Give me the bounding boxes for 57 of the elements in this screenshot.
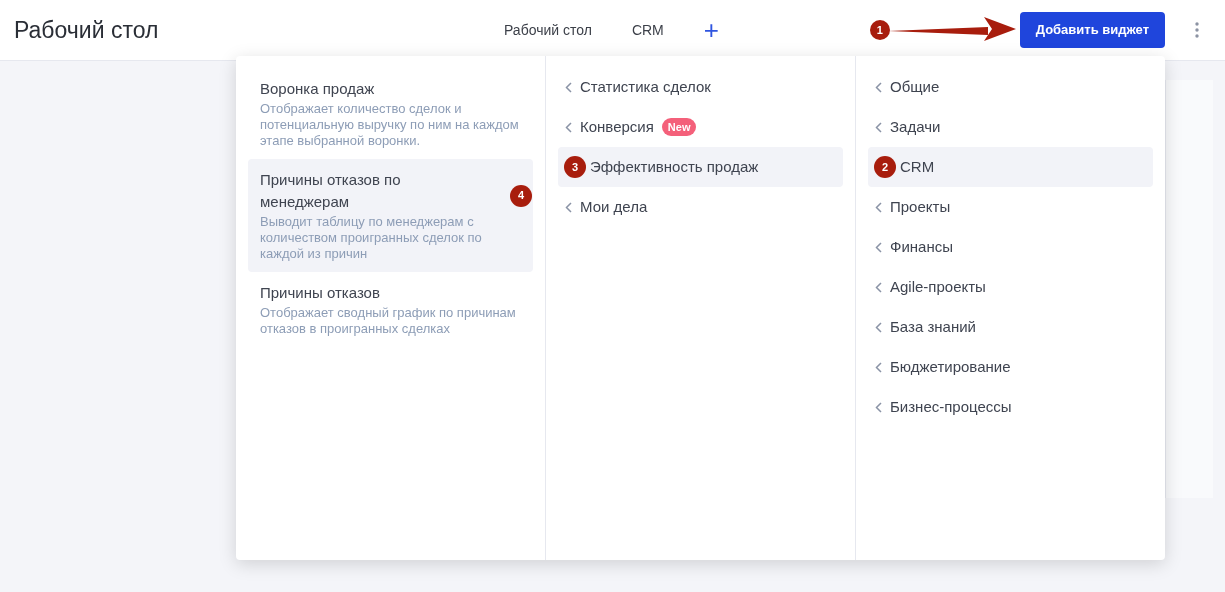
- step-marker: 2: [874, 156, 896, 178]
- item-label: CRM: [900, 156, 935, 177]
- chevron-left-icon: [565, 121, 572, 133]
- chevron-left-icon: [875, 121, 882, 133]
- item-label: Бюджетирование: [890, 356, 1011, 377]
- menu-item[interactable]: Проекты: [868, 187, 1153, 227]
- item-label: Общие: [890, 76, 940, 97]
- item-label: Эффективность продаж: [590, 156, 759, 177]
- item-label: Проекты: [890, 196, 951, 217]
- widget-title: Причины отказов по менеджерам: [260, 170, 402, 212]
- add-widget-button[interactable]: Добавить виджет: [1019, 12, 1165, 48]
- menu-item[interactable]: Общие: [868, 67, 1153, 107]
- chevron-left-icon: [875, 241, 882, 253]
- tab[interactable]: Рабочий стол: [494, 10, 602, 50]
- item-label: Конверсия: [580, 116, 654, 137]
- menu-item[interactable]: 3 Эффективность продаж: [558, 147, 843, 187]
- widget-item[interactable]: Причины отказов по менеджерам Выводит таблицу по менеджерам с количеством проигранных сделок по каждой из причин 4: [248, 159, 533, 272]
- new-badge: New: [661, 118, 697, 136]
- item-label: Задачи: [890, 116, 941, 137]
- chevron-left-icon: [875, 321, 882, 333]
- menu-item[interactable]: Бизнес-процессы: [868, 387, 1153, 427]
- chevron-left-icon: [875, 201, 882, 213]
- chevron-left-icon: [875, 361, 882, 373]
- step-marker: 3: [564, 156, 586, 178]
- menu-item[interactable]: 2 CRM: [868, 147, 1153, 187]
- more-icon[interactable]: [1195, 22, 1199, 38]
- menu-item[interactable]: Мои дела: [558, 187, 843, 227]
- menu-item[interactable]: Конверсия New: [558, 107, 843, 147]
- widget-description: Отображает количество сделок и потенциальную выручку по ним на каждом этапе выбранной воронки.: [260, 101, 520, 149]
- item-label: База знаний: [890, 316, 976, 337]
- widget-item[interactable]: Воронка продаж Отображает количество сделок и потенциальную выручку по ним на каждом этапе выбранной воронки.: [248, 68, 533, 159]
- chevron-left-icon: [565, 81, 572, 93]
- chevron-left-icon: [875, 81, 882, 93]
- item-label: Финансы: [890, 236, 953, 257]
- item-label: Мои дела: [580, 196, 648, 217]
- menu-item[interactable]: Статистика сделок: [558, 67, 843, 107]
- step-marker: 1: [869, 20, 890, 40]
- widget-description: Отображает сводный график по причинам отказов в проигранных сделках: [260, 305, 517, 337]
- menu-item[interactable]: Бюджетирование: [868, 347, 1153, 387]
- widget-description: Выводит таблицу по менеджерам с количеством проигранных сделок по каждой из причин: [260, 214, 483, 262]
- chevron-left-icon: [875, 281, 882, 293]
- add-tab-button[interactable]: +: [693, 17, 729, 43]
- widget-item[interactable]: Причины отказов Отображает сводный график по причинам отказов в проигранных сделках: [248, 272, 533, 347]
- item-label: Статистика сделок: [580, 76, 711, 97]
- page-title: Рабочий стол: [14, 15, 160, 45]
- widget-title: Причины отказов: [260, 283, 381, 303]
- menu-item[interactable]: База знаний: [868, 307, 1153, 347]
- menu-item[interactable]: Финансы: [868, 227, 1153, 267]
- menu-item[interactable]: Agile-проекты: [868, 267, 1153, 307]
- menu-item[interactable]: Задачи: [868, 107, 1153, 147]
- step-marker: 4: [510, 184, 532, 207]
- tab[interactable]: CRM: [621, 10, 674, 50]
- chevron-left-icon: [565, 201, 572, 213]
- item-label: Agile-проекты: [890, 276, 986, 297]
- widget-title: Воронка продаж: [260, 79, 376, 99]
- chevron-left-icon: [875, 401, 882, 413]
- item-label: Бизнес-процессы: [890, 396, 1012, 417]
